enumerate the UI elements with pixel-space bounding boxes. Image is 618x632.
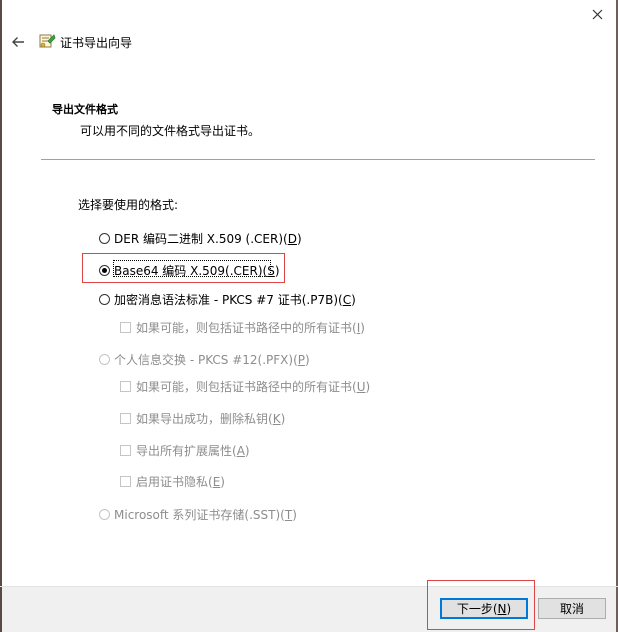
checkbox-export-extended-properties: 导出所有扩展属性(A)	[120, 442, 250, 459]
checkbox-pfx-include-all-certs: 如果可能，则包括证书路径中的所有证书(U)	[120, 378, 370, 395]
checkbox-label: 如果可能，则包括证书路径中的所有证书(U)	[136, 380, 371, 394]
next-button-label: 下一步(N)	[456, 602, 512, 616]
checkbox-delete-private-key: 如果导出成功，删除私钥(K)	[120, 410, 285, 427]
checkbox-label: 如果可能，则包括证书路径中的所有证书(I)	[136, 321, 365, 335]
checkbox-p7b-include-all-certs: 如果可能，则包括证书路径中的所有证书(I)	[120, 319, 365, 336]
window-left-edge	[0, 0, 2, 632]
back-button[interactable]	[8, 32, 28, 52]
page-title: 导出文件格式	[52, 103, 118, 116]
next-button[interactable]: 下一步(N)	[440, 598, 528, 619]
checkbox-label: 如果导出成功，删除私钥(K)	[136, 412, 286, 426]
certificate-export-wizard-window: 证书导出向导 导出文件格式 可以用不同的文件格式导出证书。 选择要使用的格式: …	[0, 0, 618, 632]
radio-option-sst: Microsoft 系列证书存储(.SST)(T)	[99, 506, 297, 523]
checkbox	[120, 381, 131, 392]
radio-option-base64[interactable]: Base64 编码 X.509(.CER)(S)	[99, 262, 280, 279]
format-prompt-label: 选择要使用的格式:	[78, 198, 179, 212]
cancel-button-label: 取消	[559, 602, 584, 616]
radio-label: 个人信息交换 - PKCS #12(.PFX)(P)	[114, 353, 310, 367]
close-icon	[592, 9, 602, 19]
radio-button[interactable]	[99, 294, 110, 305]
radio-label: DER 编码二进制 X.509 (.CER)(D)	[114, 232, 302, 246]
close-button[interactable]	[586, 4, 608, 24]
radio-label: 加密消息语法标准 - PKCS #7 证书(.P7B)(C)	[114, 293, 356, 307]
radio-button[interactable]	[99, 233, 110, 244]
radio-button-disabled	[99, 509, 110, 520]
checkbox-enable-cert-privacy: 启用证书隐私(E)	[120, 473, 225, 490]
page-description: 可以用不同的文件格式导出证书。	[80, 124, 261, 138]
radio-option-pkcs12: 个人信息交换 - PKCS #12(.PFX)(P)	[99, 351, 310, 368]
radio-option-der[interactable]: DER 编码二进制 X.509 (.CER)(D)	[99, 230, 302, 247]
header-divider	[41, 159, 595, 160]
checkbox	[120, 322, 131, 333]
back-arrow-icon	[12, 37, 24, 47]
checkbox	[120, 413, 131, 424]
checkbox	[120, 476, 131, 487]
radio-button-selected[interactable]	[99, 265, 110, 276]
radio-label: Base64 编码 X.509(.CER)(S)	[114, 264, 280, 278]
radio-label: Microsoft 系列证书存储(.SST)(T)	[114, 508, 297, 522]
radio-button-disabled	[99, 354, 110, 365]
checkbox	[120, 445, 131, 456]
wizard-title: 证书导出向导	[60, 36, 133, 50]
certificate-wizard-icon	[39, 34, 56, 48]
cancel-button[interactable]: 取消	[538, 598, 606, 619]
checkbox-label: 导出所有扩展属性(A)	[136, 444, 250, 458]
radio-option-pkcs7[interactable]: 加密消息语法标准 - PKCS #7 证书(.P7B)(C)	[99, 291, 356, 308]
checkbox-label: 启用证书隐私(E)	[136, 475, 225, 489]
